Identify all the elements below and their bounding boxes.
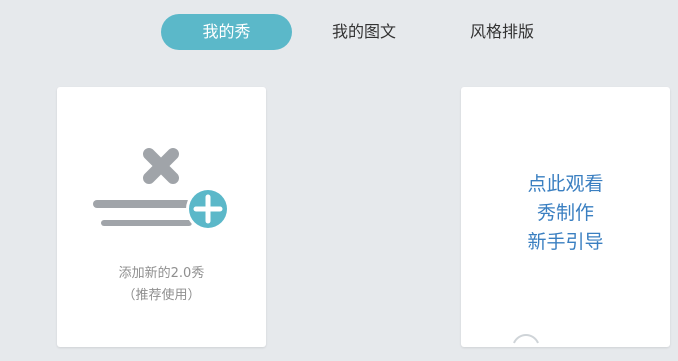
add-show-label: 添加新的2.0秀 [118, 266, 205, 281]
tab-my-shows[interactable]: 我的秀 [161, 14, 292, 50]
tab-style-layout[interactable]: 风格排版 [456, 14, 548, 50]
add-show-icon [93, 148, 230, 231]
add-show-card[interactable]: 添加新的2.0秀 （推荐使用） [57, 87, 266, 347]
recommended-note: （推荐使用） [122, 288, 201, 303]
guide-text-line1: 点此观看 [527, 173, 604, 195]
beginner-guide-card[interactable]: 点此观看 秀制作 新手引导 [461, 87, 670, 347]
tab-my-articles[interactable]: 我的图文 [318, 14, 410, 50]
partial-circle-icon [513, 334, 539, 344]
tab-bar: 我的秀 我的图文 风格排版 [0, 14, 678, 50]
guide-text-line3: 新手引导 [527, 231, 604, 253]
guide-text-line2: 秀制作 [536, 202, 594, 224]
